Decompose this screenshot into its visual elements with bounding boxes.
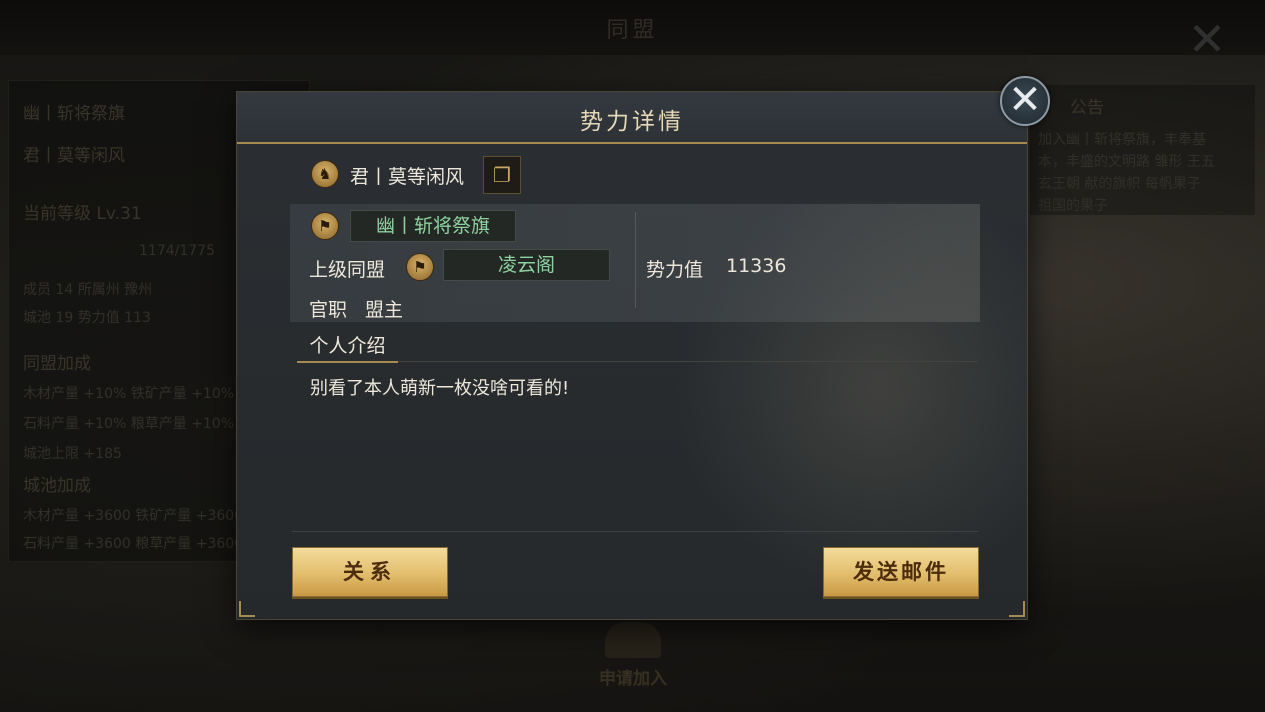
footer-divider bbox=[292, 531, 978, 532]
position-value: 盟主 bbox=[365, 299, 404, 321]
copy-icon: ❐ bbox=[493, 163, 511, 187]
alliance-banner-icon: ⚑ bbox=[406, 253, 434, 281]
alliance-name-box[interactable]: 幽丨斩将祭旗 bbox=[350, 210, 516, 242]
lord-name: 君丨莫等闲风 bbox=[350, 166, 465, 188]
divider bbox=[635, 212, 636, 308]
section-divider bbox=[398, 361, 978, 362]
power-value: 11336 bbox=[726, 255, 787, 277]
relation-button[interactable]: 关系 bbox=[292, 547, 448, 597]
tab-personal-intro[interactable]: 个人介绍 bbox=[297, 333, 398, 363]
dialog-title: 势力详情 bbox=[580, 109, 684, 135]
crossed-swords-icon: ✕ bbox=[1008, 77, 1042, 123]
parent-alliance-name: 凌云阁 bbox=[497, 254, 555, 276]
corner-ornament bbox=[1009, 601, 1025, 617]
dialog-header: 势力详情 bbox=[237, 92, 1027, 144]
lord-avatar-icon: ♞ bbox=[311, 160, 339, 188]
power-label: 势力值 bbox=[646, 259, 704, 281]
position-label: 官职 bbox=[309, 299, 348, 321]
parent-alliance-name-box[interactable]: 凌云阁 bbox=[443, 249, 610, 281]
personal-intro-text: 别看了本人萌新一枚没啥可看的! bbox=[310, 378, 570, 399]
corner-ornament bbox=[239, 601, 255, 617]
alliance-banner-icon: ⚑ bbox=[311, 212, 339, 240]
send-mail-button[interactable]: 发送邮件 bbox=[823, 547, 979, 597]
close-button[interactable]: ✕ bbox=[1000, 76, 1050, 126]
parent-alliance-label: 上级同盟 bbox=[309, 259, 386, 281]
alliance-name: 幽丨斩将祭旗 bbox=[375, 215, 490, 237]
copy-button[interactable]: ❐ bbox=[483, 156, 521, 194]
